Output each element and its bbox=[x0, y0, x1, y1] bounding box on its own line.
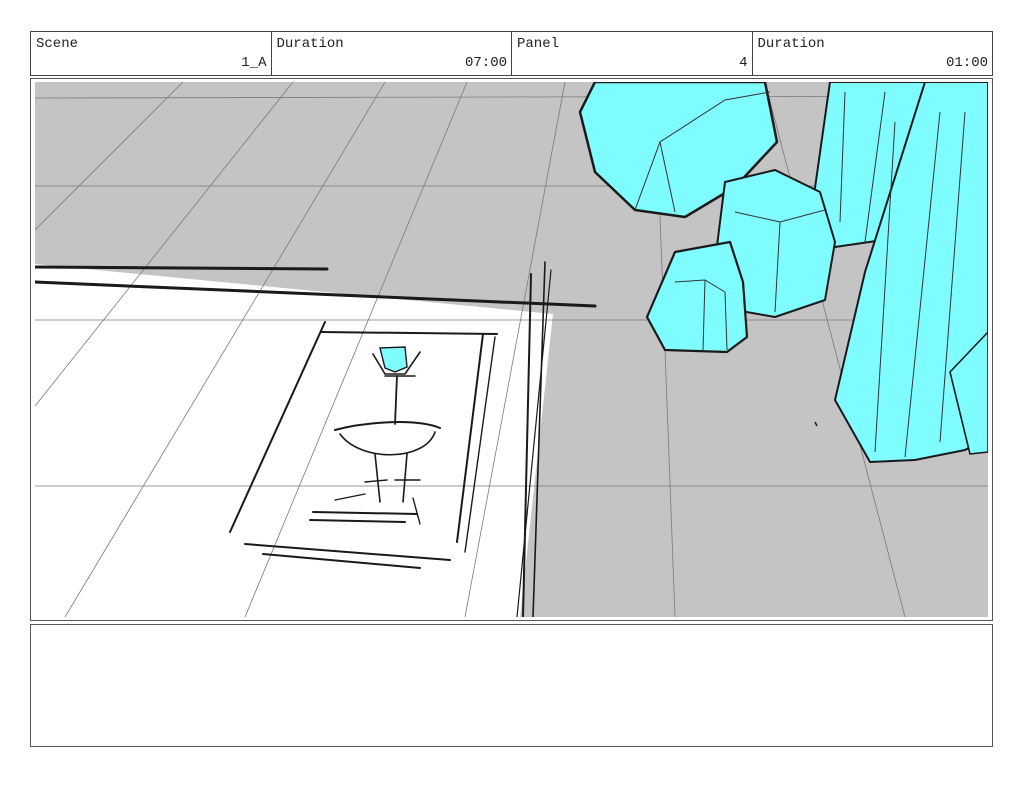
panel-sketch bbox=[35, 82, 988, 617]
scene-label: Scene bbox=[36, 36, 79, 52]
panel-duration-cell: Duration 01:00 bbox=[753, 32, 993, 75]
scene-value: 1_A bbox=[241, 55, 267, 71]
scene-duration-label: Duration bbox=[276, 36, 344, 52]
panel-value: 4 bbox=[739, 55, 748, 71]
panel-label: Panel bbox=[517, 36, 560, 52]
panel-duration-value: 01:00 bbox=[945, 55, 988, 71]
panel-duration-label: Duration bbox=[757, 36, 825, 52]
scene-duration-cell: Duration 07:00 bbox=[272, 32, 512, 75]
storyboard-panel bbox=[30, 78, 993, 621]
panel-cell: Panel 4 bbox=[512, 32, 753, 75]
scene-duration-value: 07:00 bbox=[464, 55, 507, 71]
scene-cell: Scene 1_A bbox=[31, 32, 272, 75]
panel-notes-box[interactable] bbox=[30, 624, 993, 747]
storyboard-header: Scene 1_A Duration 07:00 Panel 4 Duratio… bbox=[30, 31, 993, 76]
